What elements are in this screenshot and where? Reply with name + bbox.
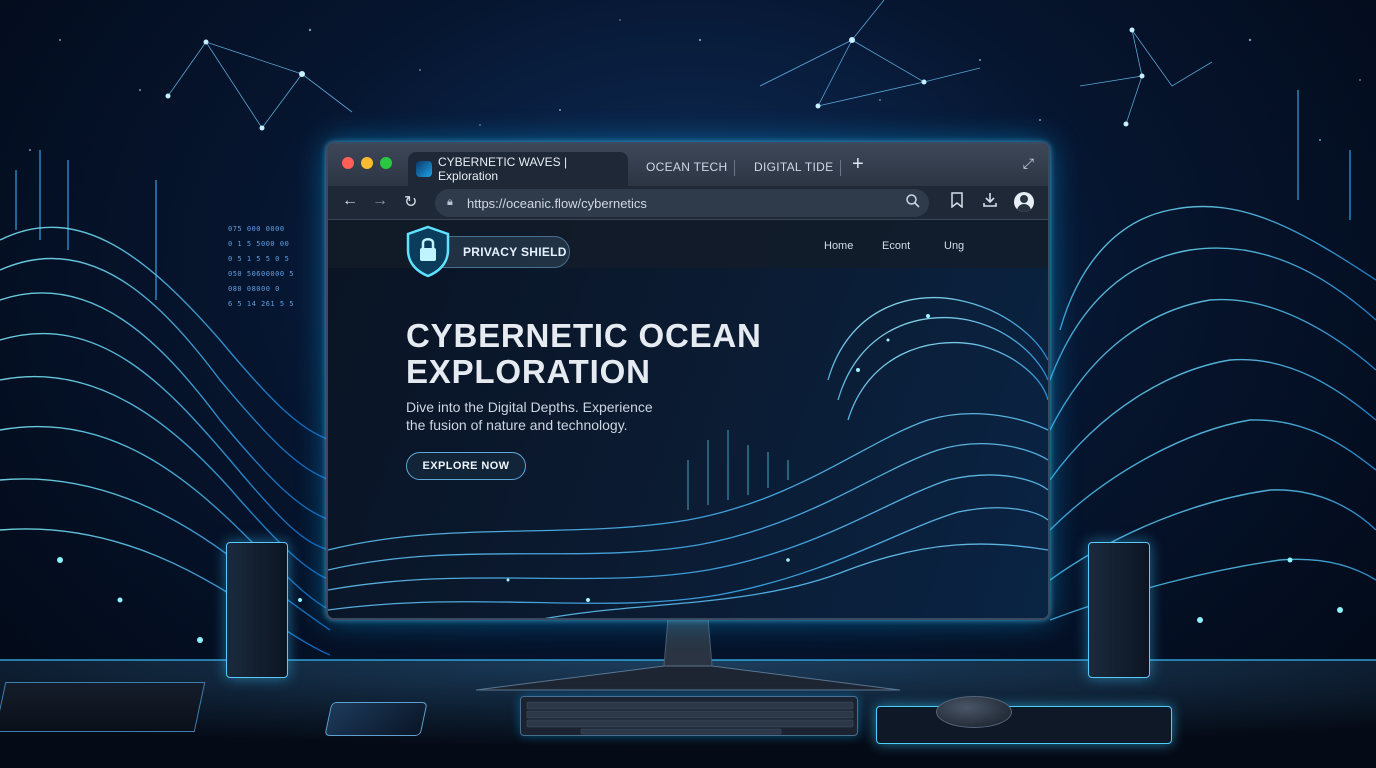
data-row: 0 1 5 5000 00 xyxy=(228,240,290,248)
wave-favicon-icon xyxy=(416,161,432,177)
bookmark-icon[interactable] xyxy=(950,192,964,212)
data-row: 050 50600000 5 xyxy=(228,270,295,278)
nav-link-ung[interactable]: Ung xyxy=(944,240,964,252)
smartphone xyxy=(324,702,428,736)
url-text: https://oceanic.flow/cybernetics xyxy=(467,195,647,211)
minimize-window-button[interactable] xyxy=(361,157,373,169)
new-tab-button[interactable]: + xyxy=(852,153,864,176)
maximize-window-button[interactable] xyxy=(380,157,392,169)
hero-title-line: CYBERNETIC OCEAN xyxy=(406,317,762,354)
privacy-shield-label: PRIVACY SHIELD xyxy=(463,245,567,259)
keyboard-keys xyxy=(526,701,854,735)
tab-label: OCEAN TECH xyxy=(646,160,728,174)
data-row: 0 5 1 5 5 0 5 xyxy=(228,255,290,263)
hero-subtitle-line: Dive into the Digital Depths. Experience xyxy=(406,399,653,415)
download-icon[interactable] xyxy=(982,192,998,212)
hero-subtitle-line: the fusion of nature and technology. xyxy=(406,417,628,433)
left-speaker xyxy=(226,542,288,678)
tab-ocean-tech[interactable]: OCEAN TECH xyxy=(646,152,727,182)
data-row: 080 08000 0 xyxy=(228,285,280,293)
data-row: 6 5 14 261 5 5 xyxy=(228,300,295,308)
explore-now-button[interactable]: EXPLORE NOW xyxy=(406,452,526,480)
shield-lock-icon xyxy=(406,225,450,278)
keyboard xyxy=(520,696,858,736)
tab-divider xyxy=(734,160,735,176)
tab-digital-tide[interactable]: DIGITAL TIDE xyxy=(754,152,833,182)
expand-icon[interactable]: ⤢ xyxy=(1023,155,1034,172)
site-navbar: PRIVACY SHIELD Home Econt Ung xyxy=(328,220,1048,278)
monitor: CYBERNETIC WAVES | Exploration OCEAN TEC… xyxy=(326,142,1050,620)
browser-toolbar: ← → ↻ 🔒︎ https://oceanic.flow/cybernetic… xyxy=(328,186,1048,220)
close-window-button[interactable] xyxy=(342,157,354,169)
forward-arrow-icon[interactable]: → xyxy=(372,192,388,210)
tab-label: CYBERNETIC WAVES | Exploration xyxy=(438,155,568,183)
webpage-content: PRIVACY SHIELD Home Econt Ung CYBERNETIC… xyxy=(328,220,1048,618)
book xyxy=(0,682,206,732)
tab-cybernetic-waves[interactable]: CYBERNETIC WAVES | Exploration xyxy=(408,152,628,186)
right-speaker xyxy=(1088,542,1150,678)
data-row: 075 000 0000 xyxy=(228,225,285,233)
hero-title: CYBERNETIC OCEAN EXPLORATION xyxy=(406,318,806,390)
tab-label: DIGITAL TIDE xyxy=(754,160,834,174)
computer-mouse xyxy=(936,696,1012,728)
reload-icon[interactable]: ↻ xyxy=(404,192,417,212)
browser-titlebar: CYBERNETIC WAVES | Exploration OCEAN TEC… xyxy=(328,144,1048,186)
url-bar[interactable]: 🔒︎ https://oceanic.flow/cybernetics xyxy=(435,189,929,217)
back-arrow-icon[interactable]: ← xyxy=(342,192,358,210)
mousepad xyxy=(876,706,1172,744)
tab-divider xyxy=(840,160,841,176)
data-stream: 075 000 0000 0 1 5 5000 00 0 5 1 5 5 0 5… xyxy=(228,222,324,312)
hero-title-line: EXPLORATION xyxy=(406,353,651,390)
search-icon[interactable] xyxy=(905,193,921,212)
lock-icon: 🔒︎ xyxy=(447,196,453,208)
nav-link-econt[interactable]: Econt xyxy=(882,240,910,252)
hero-subtitle: Dive into the Digital Depths. Experience… xyxy=(406,398,686,434)
profile-avatar-icon[interactable] xyxy=(1014,192,1034,212)
nav-link-home[interactable]: Home xyxy=(824,240,853,252)
